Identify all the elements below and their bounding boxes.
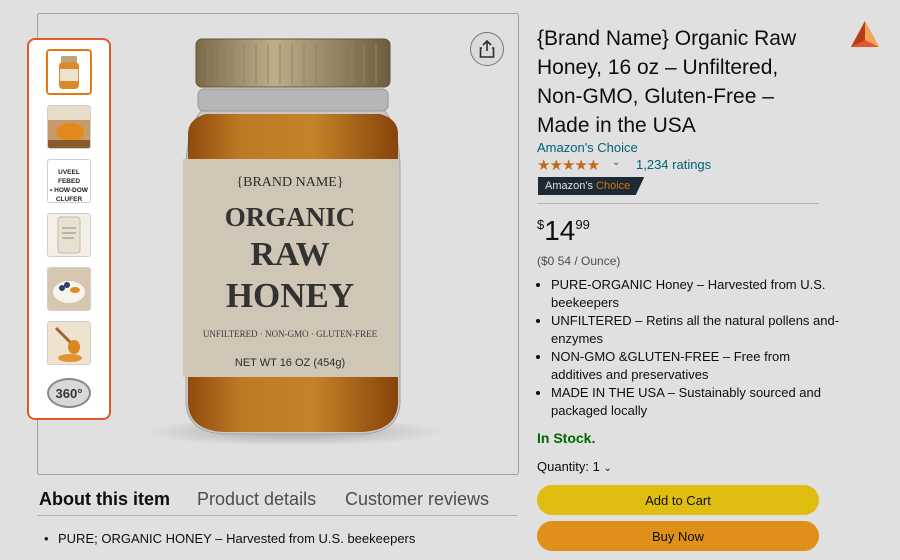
about-bullet-item: PURE; ORGANIC HONEY – Harvested from U.S… — [58, 531, 416, 546]
thumbnail-honey-spoon[interactable] — [47, 105, 91, 149]
bullet-item: UNFILTERED – Retins all the natural poll… — [551, 312, 841, 348]
jar-honey-text: HONEY — [226, 276, 354, 315]
thumbnail-features-label: UVEEL FEBED • HOW-DOW CLUFER FREE — [50, 169, 88, 203]
price-fraction: 99 — [575, 217, 590, 232]
product-title: {Brand Name} Organic Raw Honey, 16 oz – … — [537, 27, 797, 137]
jar-raw-text: RAW — [250, 236, 329, 273]
buy-now-button[interactable]: Buy Now — [537, 521, 819, 551]
price: $1499 — [537, 215, 590, 247]
view-360-label: 360° — [55, 385, 83, 401]
badge-highlight: Choice — [596, 180, 631, 192]
jar-features-text: UNFILTERED · NON-GMO · GLUTEN-FREE — [203, 329, 378, 339]
thumbnail-features-text[interactable]: UVEEL FEBED • HOW-DOW CLUFER FREE — [47, 159, 91, 203]
chevron-down-icon[interactable]: ⌄ — [612, 157, 620, 168]
tab-about-this-item[interactable]: About this item — [39, 489, 170, 510]
jar-organic-text: ORGANIC — [225, 202, 356, 232]
tab-underline — [37, 515, 517, 516]
price-whole: 14 — [544, 215, 576, 246]
feature-bullets: PURE-ORGANIC Honey – Harvested from U.S.… — [537, 276, 841, 420]
share-icon — [479, 40, 495, 58]
ratings-count-link[interactable]: 1,234 ratings — [636, 157, 711, 172]
share-button[interactable] — [470, 32, 504, 66]
jar-thumb-image — [48, 51, 90, 93]
tab-product-details[interactable]: Product details — [197, 489, 316, 510]
thumbnail-jar[interactable] — [47, 50, 91, 94]
add-to-cart-button[interactable]: Add to Cart — [537, 485, 819, 515]
thumbnail-rail: UVEEL FEBED • HOW-DOW CLUFER FREE 360° — [27, 38, 111, 420]
pyramid-logo-icon — [851, 21, 879, 47]
thumbnail-honey-dipper[interactable] — [47, 321, 91, 365]
stock-status: In Stock. — [537, 430, 596, 446]
bullet-item: MADE IN THE USA – Sustainably sourced an… — [551, 384, 841, 420]
jar-brand-text: {BRAND NAME} — [236, 175, 343, 190]
bullet-item: PURE-ORGANIC Honey – Harvested from U.S.… — [551, 276, 841, 312]
quantity-select[interactable]: Quantity: 1 ⌄ — [537, 459, 612, 474]
yogurt-bowl-thumb-image — [48, 268, 90, 310]
chevron-down-icon: ⌄ — [603, 463, 612, 474]
amazons-choice-badge: Amazon's Choice — [538, 177, 645, 195]
thumbnail-yogurt-bowl[interactable] — [47, 267, 91, 311]
bullet-item: NON-GMO &GLUTEN-FREE – Free from additiv… — [551, 348, 841, 384]
badge-prefix: Amazon's — [545, 180, 593, 192]
honey-spoon-thumb-image — [48, 106, 90, 148]
honey-dipper-thumb-image — [48, 322, 90, 364]
jar-net-weight-text: NET WT 16 OZ (454g) — [235, 357, 345, 369]
unit-price: ($0 54 / Ounce) — [537, 254, 621, 268]
amazons-choice-link[interactable]: Amazon's Choice — [537, 140, 638, 155]
label-closeup-thumb-image — [48, 214, 90, 256]
star-rating[interactable]: ★★★★★ — [537, 156, 600, 174]
divider — [537, 203, 819, 204]
price-symbol: $ — [537, 217, 545, 232]
quantity-label: Quantity: 1 — [537, 459, 600, 474]
view-360-button[interactable]: 360° — [47, 378, 91, 408]
tab-customer-reviews[interactable]: Customer reviews — [345, 489, 489, 510]
thumbnail-label-closeup[interactable] — [47, 213, 91, 257]
bullet-dot: • — [44, 531, 49, 546]
